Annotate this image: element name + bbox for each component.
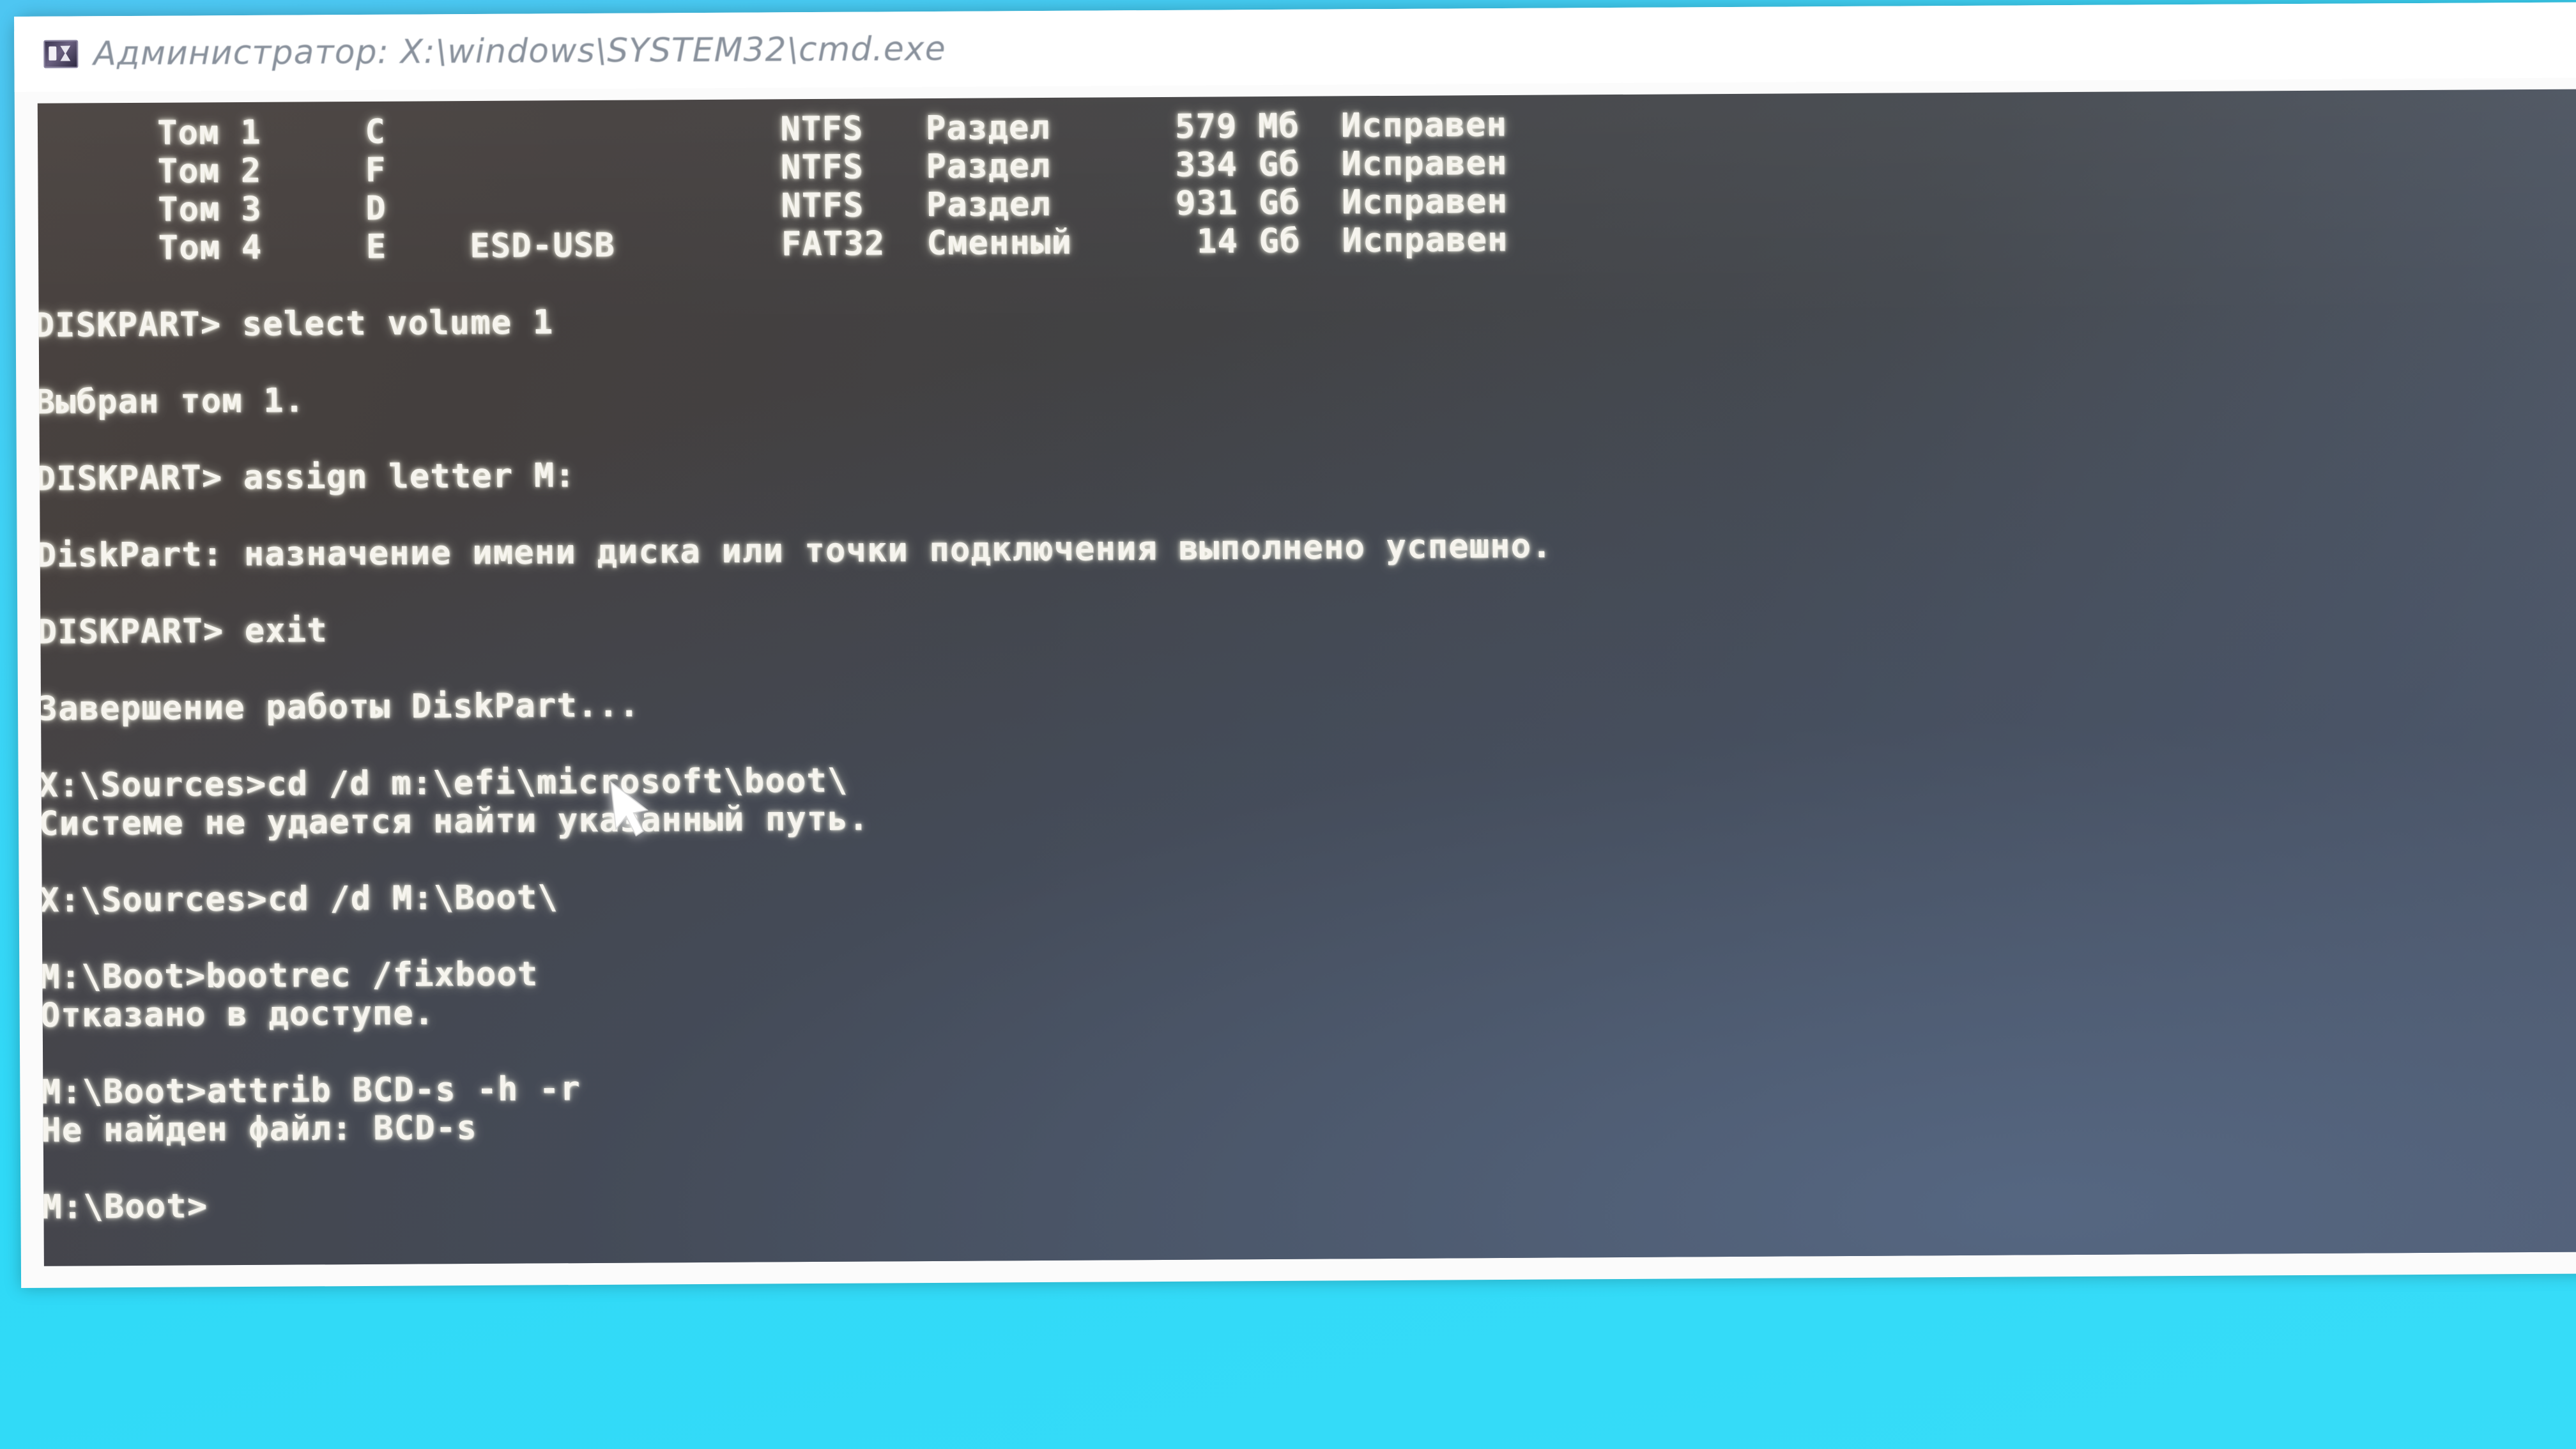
window-titlebar[interactable]: Администратор: X:\windows\SYSTEM32\cmd.e… xyxy=(14,2,2576,92)
cmd-console-icon xyxy=(43,40,79,68)
window-title: Администратор: X:\windows\SYSTEM32\cmd.e… xyxy=(93,29,946,73)
desktop-background: Администратор: X:\windows\SYSTEM32\cmd.e… xyxy=(0,0,2576,1449)
console-text-lines: Том 1 C NTFS Раздел 579 Мб Исправен Том … xyxy=(38,99,2576,1226)
cmd-window[interactable]: Администратор: X:\windows\SYSTEM32\cmd.e… xyxy=(14,2,2576,1288)
console-output-area[interactable]: Том 1 C NTFS Раздел 579 Мб Исправен Том … xyxy=(37,89,2576,1266)
